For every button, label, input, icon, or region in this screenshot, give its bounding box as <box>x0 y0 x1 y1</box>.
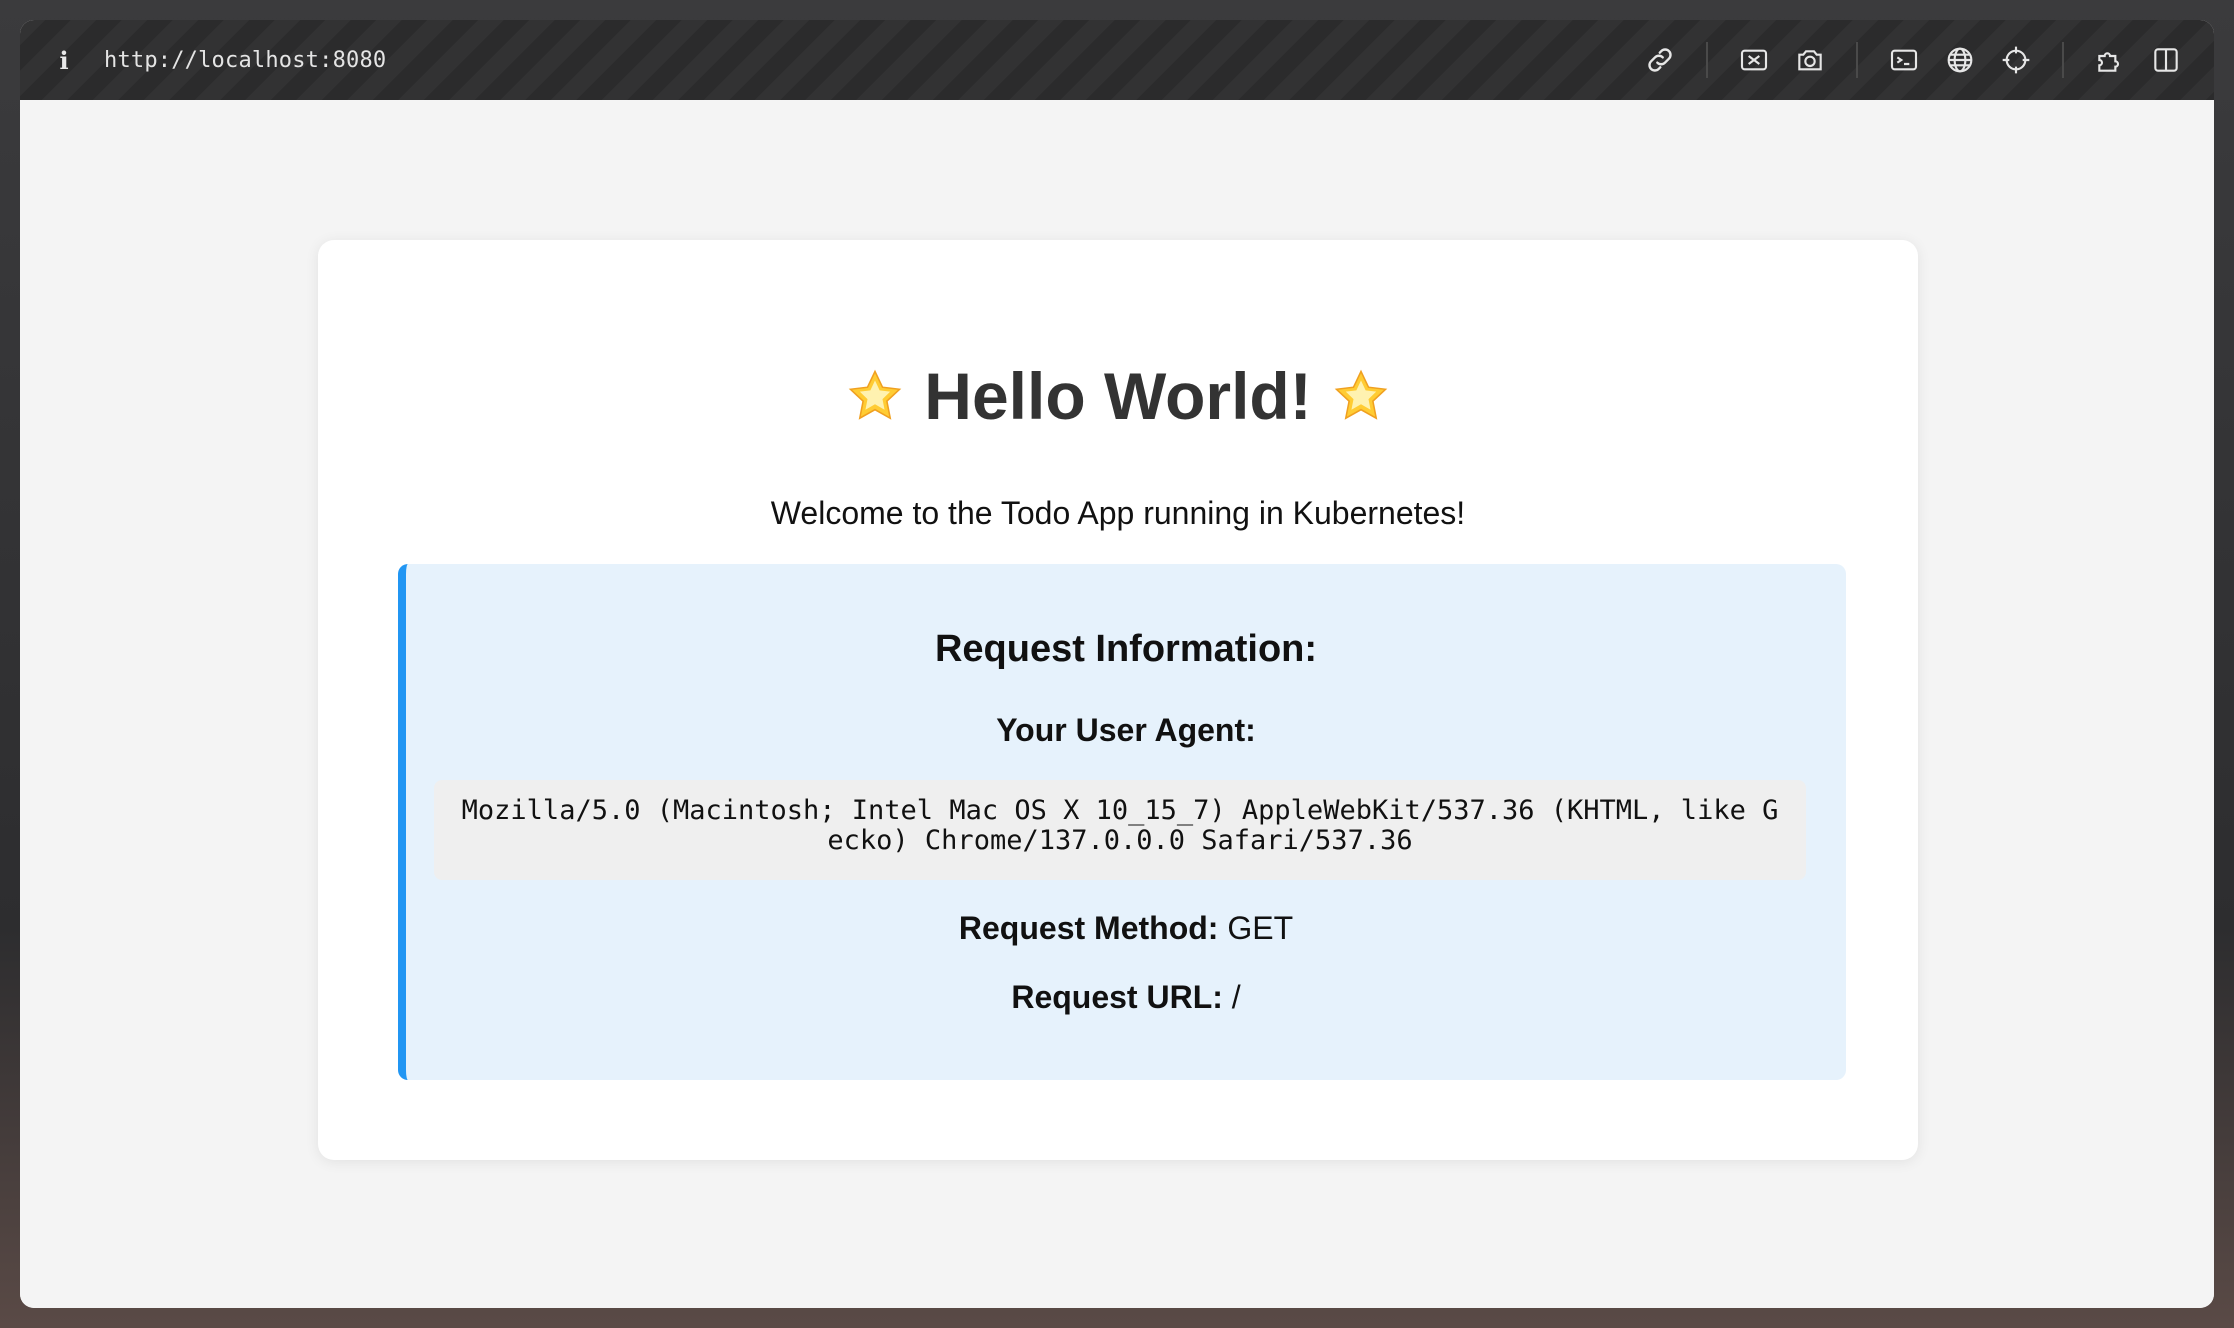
toolbar-divider <box>1856 42 1858 78</box>
page-subtitle: Welcome to the Todo App running in Kuber… <box>770 495 1466 531</box>
camera-icon[interactable] <box>1790 40 1830 80</box>
address-bar[interactable]: http://localhost:8080 <box>104 48 386 73</box>
terminal-icon[interactable] <box>1884 40 1924 80</box>
info-icon[interactable]: i <box>52 45 76 75</box>
request-info-heading: Request Information: <box>934 628 1318 670</box>
title-text: Hello World! <box>924 359 1312 433</box>
request-info-panel: Request Information: Your User Agent: Mo… <box>398 564 1846 1080</box>
desktop-background: i http://localhost:8080 Hello World! Wel… <box>0 0 2234 1328</box>
extensions-icon[interactable] <box>2090 40 2130 80</box>
user-agent-label: Your User Agent: <box>996 712 1256 748</box>
toolbar-divider <box>2062 42 2064 78</box>
glowing-star-icon <box>844 365 906 442</box>
user-agent-value: Mozilla/5.0 (Macintosh; Intel Mac OS X 1… <box>434 780 1806 880</box>
toolbar-actions <box>1632 20 2194 100</box>
request-url-label: Request URL: <box>1011 979 1223 1015</box>
crosshair-icon[interactable] <box>1996 40 2036 80</box>
request-method-label: Request Method: <box>958 910 1219 946</box>
request-method-value: GET <box>1227 910 1294 946</box>
split-view-icon[interactable] <box>2146 40 2186 80</box>
glowing-star-icon <box>1330 365 1392 442</box>
screenshot-area-icon[interactable] <box>1734 40 1774 80</box>
request-url-value: / <box>1231 979 1241 1015</box>
browser-window: i http://localhost:8080 Hello World! Wel… <box>20 20 2214 1308</box>
browser-toolbar: i http://localhost:8080 <box>20 20 2214 100</box>
page-viewport: Hello World! Welcome to the Todo App run… <box>20 100 2214 1308</box>
page-title: Hello World! <box>318 358 1918 442</box>
request-method-row: Request Method: GET <box>406 910 1846 947</box>
toolbar-divider <box>1706 42 1708 78</box>
link-icon[interactable] <box>1640 40 1680 80</box>
request-url-row: Request URL: / <box>406 979 1846 1016</box>
globe-icon[interactable] <box>1940 40 1980 80</box>
content-card: Hello World! Welcome to the Todo App run… <box>318 240 1918 1160</box>
